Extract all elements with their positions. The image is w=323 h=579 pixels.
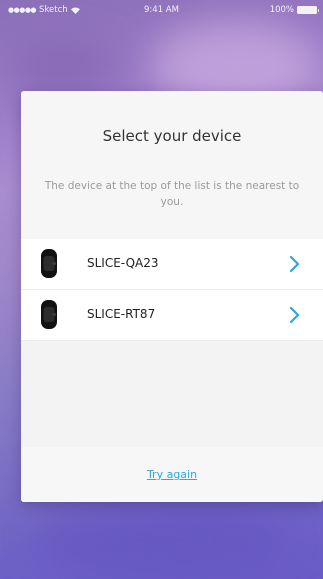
try-again-link[interactable]: Try again	[21, 468, 323, 481]
fitness-band-icon	[40, 299, 58, 330]
modal-description: The device at the top of the list is the…	[44, 180, 300, 208]
device-name: SLICE-RT87	[87, 307, 156, 321]
battery-percentage: 100%	[269, 5, 294, 15]
background-decoration	[30, 505, 290, 575]
app-screen: ●●●●● Sketch 9:41 AM 100% Select your de…	[0, 0, 323, 579]
device-row-slice-rt87[interactable]: SLICE-RT87	[21, 290, 323, 341]
status-right: 100%	[269, 5, 319, 15]
fitness-band-icon	[40, 248, 58, 279]
status-bar: ●●●●● Sketch 9:41 AM 100%	[0, 0, 323, 20]
chevron-right-icon	[289, 255, 300, 273]
device-select-modal: Select your device The device at the top…	[21, 91, 323, 502]
device-row-slice-qa23[interactable]: SLICE-QA23	[21, 239, 323, 290]
modal-footer: Try again	[21, 447, 323, 502]
device-list: SLICE-QA23 SLICE-RT87	[21, 239, 323, 341]
list-empty-area	[21, 341, 323, 447]
chevron-right-icon	[289, 306, 300, 324]
modal-title: Select your device	[102, 127, 242, 145]
battery-icon	[297, 6, 319, 14]
device-name: SLICE-QA23	[87, 256, 159, 270]
modal-header: Select your device The device at the top…	[21, 91, 323, 239]
